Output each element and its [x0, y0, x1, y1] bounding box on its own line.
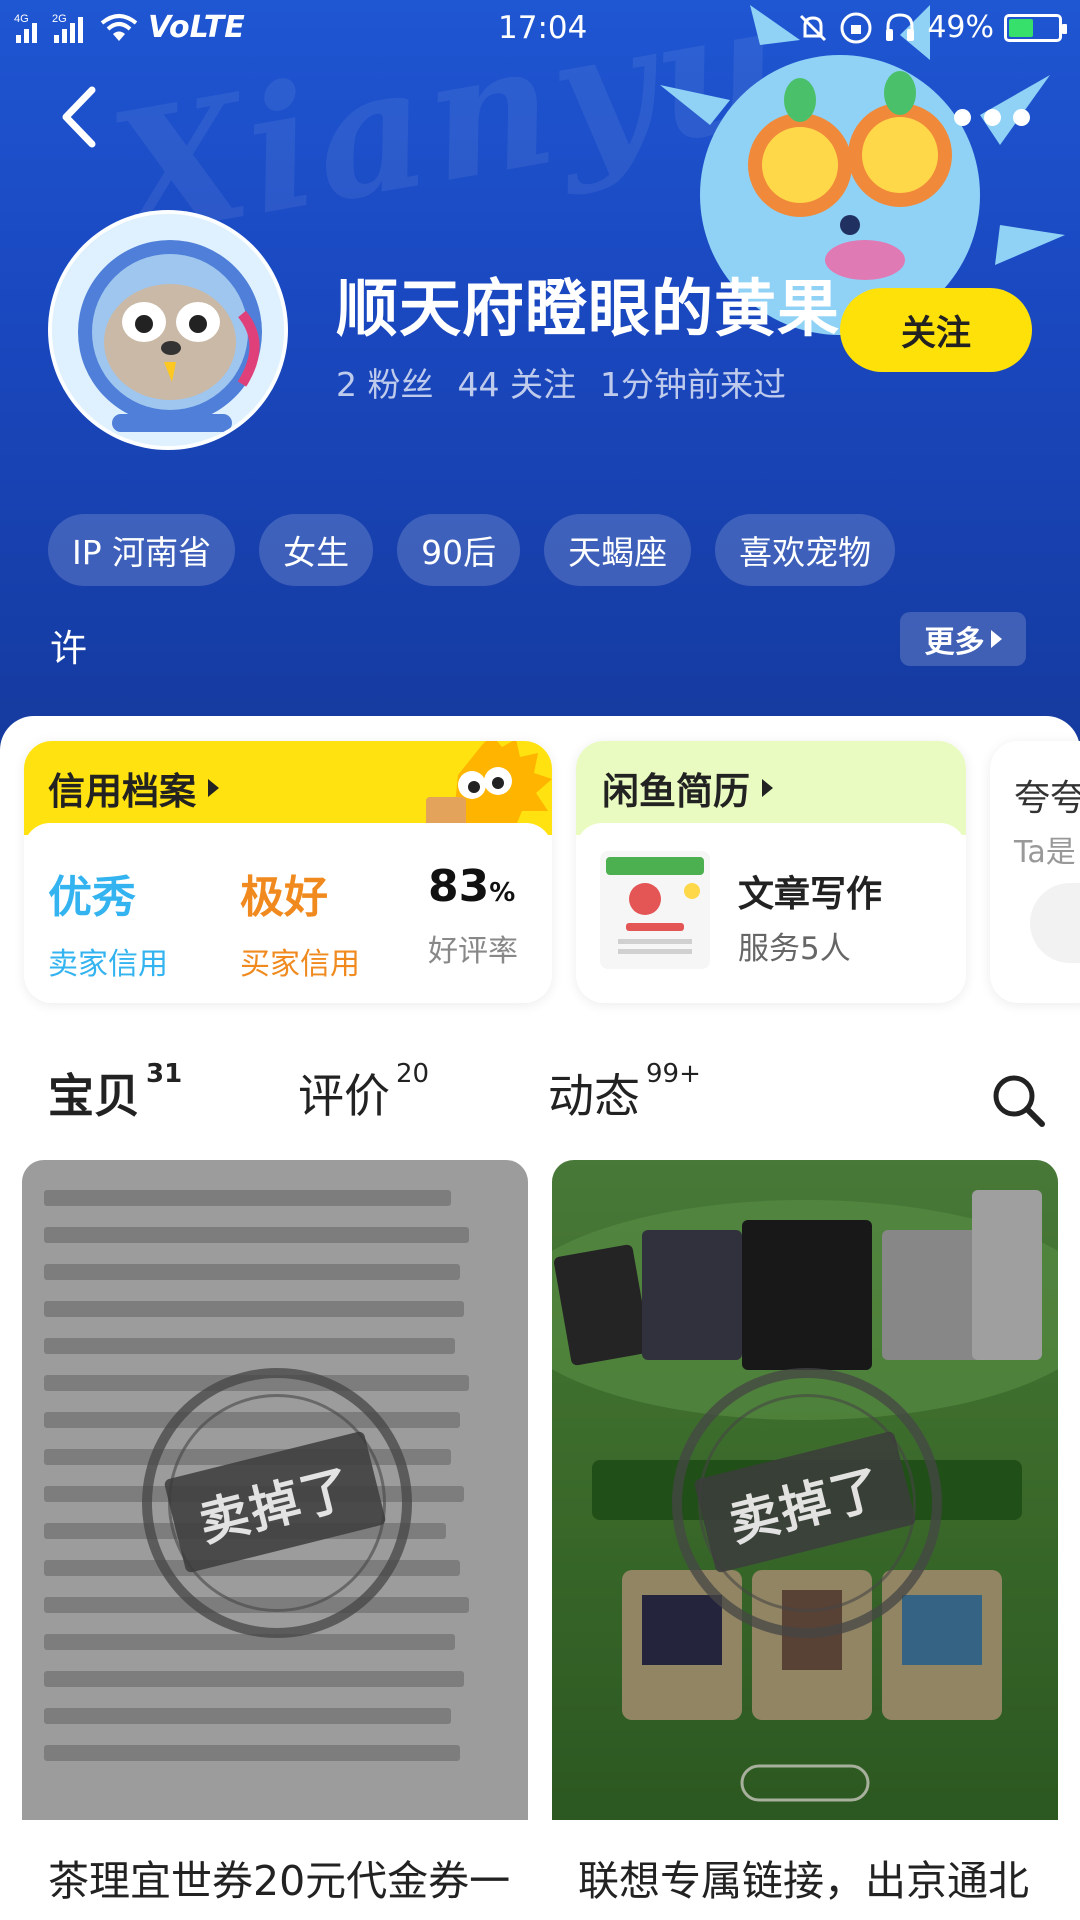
seller-credit: 优秀 卖家信用 [48, 861, 168, 983]
tab-posts-label: 动态 [548, 1069, 640, 1123]
praise-title: 夸夸 [1014, 778, 1080, 819]
listing-title: 茶理宜世券20元代金券一给你券码，虚拟商品 [48, 1857, 511, 1920]
positive-rate-value: 83 [428, 861, 490, 912]
status-bar: 4G 2G VoLTE 17:04 49% [0, 0, 1080, 56]
listing-image: 卖掉了 [22, 1160, 528, 1820]
tag-interest: 喜欢宠物 [715, 514, 896, 586]
svg-text:4G: 4G [14, 13, 29, 25]
listing-card[interactable]: 卖掉了 联想专属链接，出京通北京联想，已经绑定好 [552, 1160, 1058, 1920]
tab-reviews[interactable]: 评价 20 [298, 1058, 430, 1126]
profile-stats: 2 粉丝 44 关注 1分钟前来过 [336, 358, 786, 406]
mascot-fish-icon [426, 741, 552, 835]
caret-right-icon [208, 779, 219, 797]
back-arrow-icon[interactable] [50, 82, 110, 152]
listing-card[interactable]: 卖掉了 茶理宜世券20元代金券一给你券码，虚拟商品 [22, 1160, 528, 1920]
tab-reviews-label: 评价 [298, 1069, 390, 1123]
credit-archive-body: 优秀 卖家信用 极好 买家信用 83% 好评率 [24, 823, 552, 1003]
fans-count[interactable]: 2 粉丝 [336, 358, 434, 406]
more-options-icon[interactable] [954, 100, 1030, 134]
resume-served-count: 服务5人 [738, 931, 851, 967]
praise-bubble [1030, 883, 1080, 963]
avatar-otter-icon [52, 214, 284, 446]
resume-skill: 文章写作 [738, 874, 883, 915]
tab-posts-count: 99+ [646, 1058, 701, 1089]
resume-header: 闲鱼简历 [576, 741, 966, 835]
volte-indicator: VoLTE [148, 10, 245, 45]
tag-ip: IP 河南省 [48, 514, 236, 586]
more-profile-button[interactable]: 更多 [900, 612, 1026, 666]
avatar[interactable] [48, 210, 288, 450]
last-seen: 1分钟前来过 [599, 365, 786, 404]
content-tabs: 宝贝 31 评价 20 动态 99+ [0, 1058, 1080, 1140]
positive-rate-unit: % [489, 878, 516, 908]
rotation-lock-icon [840, 12, 872, 43]
seller-credit-label: 卖家信用 [48, 947, 168, 982]
following-count[interactable]: 44 关注 [458, 358, 576, 406]
follow-button[interactable]: 关注 [840, 288, 1032, 372]
profile-header: Xianyu 4G 2G VoLTE 17:04 49% 顺天府瞪眼的黄果 2 … [0, 0, 1080, 760]
credit-archive-header: 信用档案 [24, 741, 552, 835]
resume-thumbnail [600, 851, 710, 969]
seller-credit-grade: 优秀 [48, 872, 136, 923]
positive-rate-label: 好评率 [428, 934, 518, 969]
more-label: 更多 [924, 625, 985, 660]
caret-right-icon [762, 779, 773, 797]
listing-title: 联想专属链接，出京通北京联想，已经绑定好 [578, 1857, 1029, 1920]
praise-card[interactable]: 夸夸 Ta是 [990, 741, 1080, 1003]
tab-items-count: 31 [146, 1058, 183, 1089]
mute-bell-icon [800, 14, 827, 41]
tag-zodiac: 天蝎座 [544, 514, 692, 586]
buyer-credit: 极好 买家信用 [240, 861, 360, 983]
profile-tags: IP 河南省 女生 90后 天蝎座 喜欢宠物 [48, 514, 896, 586]
tab-reviews-count: 20 [396, 1058, 430, 1089]
cellular-signal-icon: 4G 2G [14, 13, 83, 43]
resume-title: 闲鱼简历 [602, 770, 750, 813]
resume-card[interactable]: 闲鱼简历 文章写作 服务5人 [576, 741, 966, 1003]
wifi-icon [100, 13, 138, 41]
tab-posts[interactable]: 动态 99+ [548, 1058, 701, 1126]
credit-archive-title: 信用档案 [48, 770, 196, 813]
tab-items-label: 宝贝 [48, 1069, 140, 1123]
tab-items[interactable]: 宝贝 31 [46, 1058, 183, 1128]
svg-text:2G: 2G [52, 13, 67, 25]
status-time: 17:04 [498, 10, 588, 46]
buyer-credit-label: 买家信用 [240, 947, 360, 982]
tag-gender: 女生 [259, 514, 374, 586]
battery-icon [1004, 13, 1067, 42]
caret-right-icon [990, 630, 1002, 648]
listing-image: 卖掉了 [552, 1160, 1058, 1820]
praise-subtitle: Ta是 [1014, 835, 1076, 870]
credit-archive-card[interactable]: 信用档案 优秀 卖家信用 极好 买家信用 83% 好评率 [24, 741, 552, 1003]
positive-rate: 83% 好评率 [428, 861, 518, 970]
battery-level [1009, 18, 1033, 37]
username: 顺天府瞪眼的黄果 [336, 272, 841, 345]
battery-percent: 49% [927, 10, 994, 45]
profile-bio: 许 [50, 627, 87, 670]
headphones-icon [886, 12, 915, 41]
buyer-credit-grade: 极好 [240, 872, 328, 923]
resume-body: 文章写作 服务5人 [576, 823, 966, 1003]
search-icon[interactable] [990, 1072, 1048, 1130]
tag-age: 90后 [397, 514, 521, 586]
